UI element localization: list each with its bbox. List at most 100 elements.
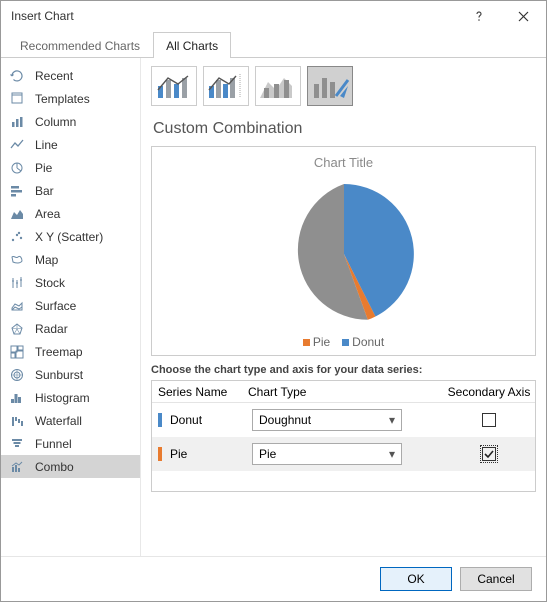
- series-swatch: [158, 413, 162, 427]
- dialog-body: Recent Templates Column Line Pie Bar Are…: [1, 58, 546, 556]
- legend-item-pie: Pie: [303, 335, 330, 349]
- sidebar-label: Radar: [35, 322, 68, 336]
- area-icon: [9, 206, 25, 222]
- sidebar-item-combo[interactable]: Combo: [1, 455, 140, 478]
- sidebar-label: Area: [35, 207, 60, 221]
- chart-title: Chart Title: [314, 155, 373, 170]
- radar-icon: [9, 321, 25, 337]
- surface-icon: [9, 298, 25, 314]
- pie-icon: [9, 160, 25, 176]
- combo-thumb-1[interactable]: [151, 66, 197, 106]
- dialog-footer: OK Cancel: [1, 556, 546, 601]
- chart-legend: Pie Donut: [303, 335, 384, 349]
- sunburst-icon: [9, 367, 25, 383]
- sidebar-label: Column: [35, 115, 76, 129]
- help-button[interactable]: [456, 1, 501, 31]
- sidebar-item-surface[interactable]: Surface: [1, 294, 140, 317]
- close-icon: [518, 11, 529, 22]
- combo-thumb-2[interactable]: [203, 66, 249, 106]
- sidebar-item-recent[interactable]: Recent: [1, 64, 140, 87]
- help-icon: [473, 10, 485, 22]
- sidebar-item-scatter[interactable]: X Y (Scatter): [1, 225, 140, 248]
- sidebar-label: Bar: [35, 184, 54, 198]
- sidebar-label: Waterfall: [35, 414, 82, 428]
- secondary-axis-checkbox-donut[interactable]: [482, 413, 496, 427]
- sidebar-item-radar[interactable]: Radar: [1, 317, 140, 340]
- sidebar-item-line[interactable]: Line: [1, 133, 140, 156]
- grid-header: Series Name Chart Type Secondary Axis: [152, 381, 535, 403]
- combo-thumb-custom[interactable]: [307, 66, 353, 106]
- series-grid: Series Name Chart Type Secondary Axis Do…: [151, 380, 536, 492]
- sidebar-label: X Y (Scatter): [35, 230, 103, 244]
- scatter-icon: [9, 229, 25, 245]
- sidebar-item-bar[interactable]: Bar: [1, 179, 140, 202]
- chevron-down-icon: ▾: [389, 413, 395, 427]
- sidebar-label: Surface: [35, 299, 76, 313]
- chart-type-select-pie[interactable]: Pie ▾: [252, 443, 402, 465]
- sidebar-item-map[interactable]: Map: [1, 248, 140, 271]
- combo-thumb-3[interactable]: [255, 66, 301, 106]
- tabs: Recommended Charts All Charts: [1, 31, 546, 58]
- series-name: Donut: [170, 413, 202, 427]
- sidebar-item-sunburst[interactable]: Sunburst: [1, 363, 140, 386]
- tab-all-charts[interactable]: All Charts: [153, 32, 231, 58]
- pie-chart: [158, 176, 529, 331]
- treemap-icon: [9, 344, 25, 360]
- funnel-icon: [9, 436, 25, 452]
- sidebar-item-area[interactable]: Area: [1, 202, 140, 225]
- sidebar-item-templates[interactable]: Templates: [1, 87, 140, 110]
- combo-subtype-thumbnails: [151, 66, 536, 106]
- select-value: Doughnut: [259, 413, 311, 427]
- chart-preview[interactable]: Chart Title Pie Donut: [151, 146, 536, 356]
- sidebar-label: Templates: [35, 92, 90, 106]
- col-type-head: Chart Type: [242, 385, 443, 399]
- legend-item-donut: Donut: [342, 335, 384, 349]
- chart-type-select-donut[interactable]: Doughnut ▾: [252, 409, 402, 431]
- col-series-head: Series Name: [152, 385, 242, 399]
- series-swatch: [158, 447, 162, 461]
- sidebar-item-waterfall[interactable]: Waterfall: [1, 409, 140, 432]
- sidebar-label: Pie: [35, 161, 52, 175]
- chart-category-sidebar: Recent Templates Column Line Pie Bar Are…: [1, 58, 141, 556]
- histogram-icon: [9, 390, 25, 406]
- sidebar-label: Histogram: [35, 391, 90, 405]
- sidebar-item-treemap[interactable]: Treemap: [1, 340, 140, 363]
- series-row-donut: Donut Doughnut ▾: [152, 403, 535, 437]
- secondary-axis-checkbox-pie[interactable]: [482, 447, 496, 461]
- chevron-down-icon: ▾: [389, 447, 395, 461]
- tab-recommended[interactable]: Recommended Charts: [7, 32, 153, 58]
- insert-chart-dialog: Insert Chart Recommended Charts All Char…: [0, 0, 547, 602]
- line-icon: [9, 137, 25, 153]
- thumb-icon: [258, 70, 298, 102]
- series-name: Pie: [170, 447, 187, 461]
- main-panel: Custom Combination Chart Title Pie Do: [141, 58, 546, 556]
- sidebar-item-stock[interactable]: Stock: [1, 271, 140, 294]
- cancel-button[interactable]: Cancel: [460, 567, 532, 591]
- sidebar-label: Line: [35, 138, 58, 152]
- thumb-icon: [310, 70, 350, 102]
- stock-icon: [9, 275, 25, 291]
- sidebar-item-pie[interactable]: Pie: [1, 156, 140, 179]
- series-hint-label: Choose the chart type and axis for your …: [151, 364, 536, 376]
- close-button[interactable]: [501, 1, 546, 31]
- sidebar-item-histogram[interactable]: Histogram: [1, 386, 140, 409]
- series-row-pie: Pie Pie ▾: [152, 437, 535, 471]
- window-title: Insert Chart: [11, 9, 456, 23]
- sidebar-label: Funnel: [35, 437, 72, 451]
- check-icon: [484, 449, 494, 459]
- sidebar-label: Combo: [35, 460, 74, 474]
- ok-button[interactable]: OK: [380, 567, 452, 591]
- sidebar-label: Stock: [35, 276, 65, 290]
- sidebar-label: Map: [35, 253, 58, 267]
- map-icon: [9, 252, 25, 268]
- sidebar-label: Sunburst: [35, 368, 83, 382]
- templates-icon: [9, 91, 25, 107]
- section-title: Custom Combination: [153, 120, 536, 138]
- sidebar-item-funnel[interactable]: Funnel: [1, 432, 140, 455]
- combo-icon: [9, 459, 25, 475]
- waterfall-icon: [9, 413, 25, 429]
- sidebar-item-column[interactable]: Column: [1, 110, 140, 133]
- thumb-icon: [206, 70, 246, 102]
- col-axis-head: Secondary Axis: [443, 385, 535, 399]
- bar-icon: [9, 183, 25, 199]
